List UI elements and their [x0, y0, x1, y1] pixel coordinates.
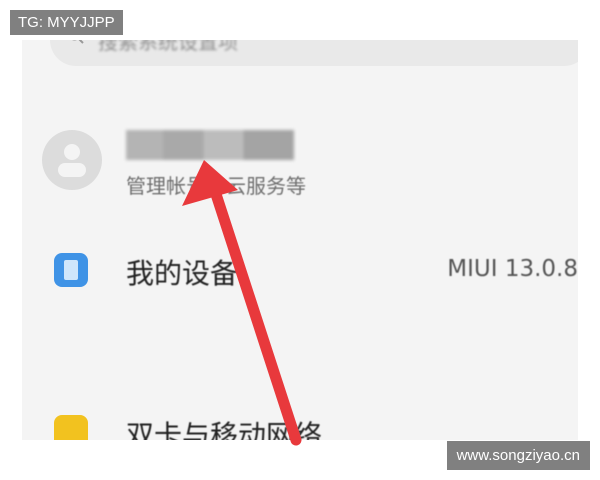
sim-network-label: 双卡与移动网络	[126, 419, 323, 440]
account-name: ·	[126, 130, 294, 160]
account-row[interactable]: · 管理帐号、云服务等	[22, 120, 578, 200]
watermark-bottom: www.songziyao.cn	[446, 441, 590, 470]
search-placeholder: 搜索系统设置项	[98, 40, 238, 54]
avatar	[42, 130, 102, 190]
miui-version: MIUI 13.0.8	[447, 256, 578, 282]
settings-screen: 搜索系统设置项 · 管理帐号、云服务等 我的设备 MIUI 13.0.8 双卡与…	[22, 40, 578, 440]
device-icon	[54, 253, 88, 287]
search-bar[interactable]: 搜索系统设置项	[50, 40, 578, 66]
search-icon	[72, 40, 84, 44]
user-icon	[58, 144, 86, 177]
my-device-row[interactable]: 我的设备 MIUI 13.0.8	[22, 240, 578, 300]
my-device-label: 我的设备	[126, 257, 239, 290]
sim-card-icon	[54, 415, 88, 440]
watermark-top: TG: MYYJJPP	[10, 10, 123, 35]
account-subtitle: 管理帐号、云服务等	[126, 174, 306, 198]
sim-network-row[interactable]: 双卡与移动网络	[22, 402, 578, 440]
